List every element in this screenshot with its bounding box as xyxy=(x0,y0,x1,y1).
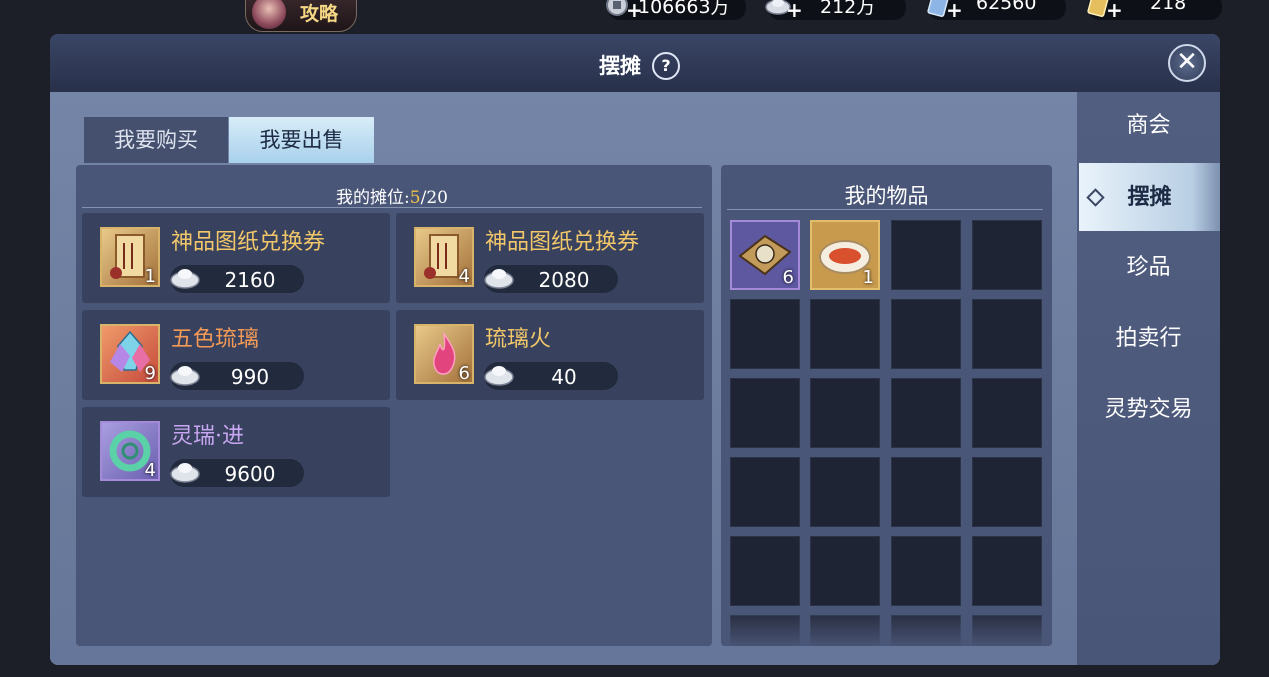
item-count: 1 xyxy=(862,267,874,288)
panel-header: 摆摊 ? ✕ xyxy=(50,34,1220,93)
currency-jade[interactable]: + 62560 xyxy=(927,0,1066,22)
inventory-slot-empty[interactable] xyxy=(891,378,961,448)
sidebar-item-treasure[interactable]: 珍品 xyxy=(1077,234,1220,302)
top-currency-bar: 攻略 + 106663万 + 212万 + 62560 + 218 xyxy=(0,0,1269,32)
divider xyxy=(82,207,702,208)
price-tag: 40 xyxy=(484,362,618,390)
item-count: 6 xyxy=(782,267,794,288)
currency-jade-value: 62560 xyxy=(976,0,1037,14)
add-icon[interactable]: + xyxy=(946,0,963,22)
inventory-slot-empty[interactable] xyxy=(810,299,880,369)
inventory-slot-empty[interactable] xyxy=(730,299,800,369)
item-count: 9 xyxy=(144,363,156,384)
item-count: 6 xyxy=(458,363,470,384)
stall-panel: 摆摊 ? ✕ 我要购买 我要出售 我的摊位:5/20 1 神品图纸兑换券 216… xyxy=(50,34,1220,665)
my-items-panel: 我的物品 6 1 xyxy=(721,165,1052,646)
inventory-slot-empty[interactable] xyxy=(810,536,880,606)
inventory-slot-empty[interactable] xyxy=(972,378,1042,448)
price-tag: 990 xyxy=(170,362,304,390)
inventory-slot-empty[interactable] xyxy=(972,299,1042,369)
divider xyxy=(727,209,1043,210)
help-icon[interactable]: ? xyxy=(652,52,680,80)
item-price: 40 xyxy=(551,365,577,389)
silver-ingot-icon xyxy=(484,269,514,289)
guide-avatar xyxy=(252,0,286,29)
inventory-slot[interactable]: 6 xyxy=(730,220,800,290)
item-name: 神品图纸兑换券 xyxy=(485,230,640,255)
price-tag: 2160 xyxy=(170,265,304,293)
stall-item[interactable]: 6 琉璃火 40 xyxy=(396,310,704,400)
inventory-slot-empty[interactable] xyxy=(810,378,880,448)
add-icon[interactable]: + xyxy=(1106,0,1123,22)
currency-silver[interactable]: + 212万 xyxy=(765,0,906,22)
item-name: 五色琉璃 xyxy=(171,327,260,352)
panel-title: 摆摊 xyxy=(599,53,641,78)
currency-gold-value: 218 xyxy=(1150,0,1187,14)
flame-icon: 6 xyxy=(414,324,474,384)
guide-label: 攻略 xyxy=(300,3,339,25)
scroll-icon: 1 xyxy=(100,227,160,287)
item-name: 神品图纸兑换券 xyxy=(171,230,326,255)
currency-copper-value: 106663万 xyxy=(638,0,730,18)
scroll-fade xyxy=(721,605,1052,646)
inventory-slot[interactable]: 1 xyxy=(810,220,880,290)
item-count: 4 xyxy=(144,460,156,481)
inventory-slot-empty[interactable] xyxy=(730,378,800,448)
item-count: 4 xyxy=(458,266,470,287)
stall-item[interactable]: 4 神品图纸兑换券 2080 xyxy=(396,213,704,303)
inventory-slot-empty[interactable] xyxy=(730,457,800,527)
silver-ingot-icon xyxy=(170,269,200,289)
inventory-title: 我的物品 xyxy=(844,184,929,208)
item-name: 灵瑞·进 xyxy=(171,424,244,449)
currency-gold[interactable]: + 218 xyxy=(1087,0,1222,22)
jade-ring-icon: 4 xyxy=(100,421,160,481)
scroll-icon: 4 xyxy=(414,227,474,287)
inventory-slot-empty[interactable] xyxy=(730,536,800,606)
silver-ingot-icon xyxy=(484,366,514,386)
sidebar-item-label: 摆摊 xyxy=(1127,184,1172,210)
inventory-slot-empty[interactable] xyxy=(891,536,961,606)
item-price: 9600 xyxy=(224,462,276,486)
selected-diamond-icon xyxy=(1086,188,1105,207)
price-tag: 9600 xyxy=(170,459,304,487)
inventory-slot-empty[interactable] xyxy=(891,299,961,369)
inventory-slot-empty[interactable] xyxy=(972,457,1042,527)
currency-silver-value: 212万 xyxy=(820,0,876,18)
item-price: 2080 xyxy=(538,268,590,292)
close-button[interactable]: ✕ xyxy=(1168,44,1206,82)
inventory-slot-empty[interactable] xyxy=(891,457,961,527)
tab-buy[interactable]: 我要购买 xyxy=(84,117,228,163)
guide-button[interactable]: 攻略 xyxy=(245,0,357,32)
silver-ingot-icon xyxy=(170,463,200,483)
item-count: 1 xyxy=(144,266,156,287)
tab-sell[interactable]: 我要出售 xyxy=(229,117,374,163)
inventory-slot-empty[interactable] xyxy=(972,536,1042,606)
stall-item[interactable]: 4 灵瑞·进 9600 xyxy=(82,407,390,497)
inventory-slot-empty[interactable] xyxy=(972,220,1042,290)
silver-ingot-icon xyxy=(170,366,200,386)
price-tag: 2080 xyxy=(484,265,618,293)
item-price: 2160 xyxy=(224,268,276,292)
sidebar-item-chamber[interactable]: 商会 xyxy=(1077,92,1220,160)
stall-capacity: 我的摊位:5/20 xyxy=(336,188,448,208)
sidebar-item-spirit-trade[interactable]: 灵势交易 xyxy=(1077,376,1220,444)
currency-copper[interactable]: + 106663万 xyxy=(606,0,746,22)
sidebar-item-stall[interactable]: 摆摊 xyxy=(1079,163,1220,231)
inventory-slot-empty[interactable] xyxy=(810,457,880,527)
inventory-slot-empty[interactable] xyxy=(891,220,961,290)
item-name: 琉璃火 xyxy=(485,327,552,352)
add-icon[interactable]: + xyxy=(786,0,803,22)
sidebar-nav: 商会 摆摊 珍品 拍卖行 灵势交易 xyxy=(1077,92,1220,665)
stall-item[interactable]: 9 五色琉璃 990 xyxy=(82,310,390,400)
item-price: 990 xyxy=(230,365,270,389)
stall-item[interactable]: 1 神品图纸兑换券 2160 xyxy=(82,213,390,303)
my-stall-panel: 我的摊位:5/20 1 神品图纸兑换券 2160 4 神品图纸兑换券 2080 … xyxy=(76,165,712,646)
content-area: 我要购买 我要出售 我的摊位:5/20 1 神品图纸兑换券 2160 4 神品图… xyxy=(50,92,1077,665)
crystal-icon: 9 xyxy=(100,324,160,384)
sidebar-item-auction[interactable]: 拍卖行 xyxy=(1077,305,1220,373)
